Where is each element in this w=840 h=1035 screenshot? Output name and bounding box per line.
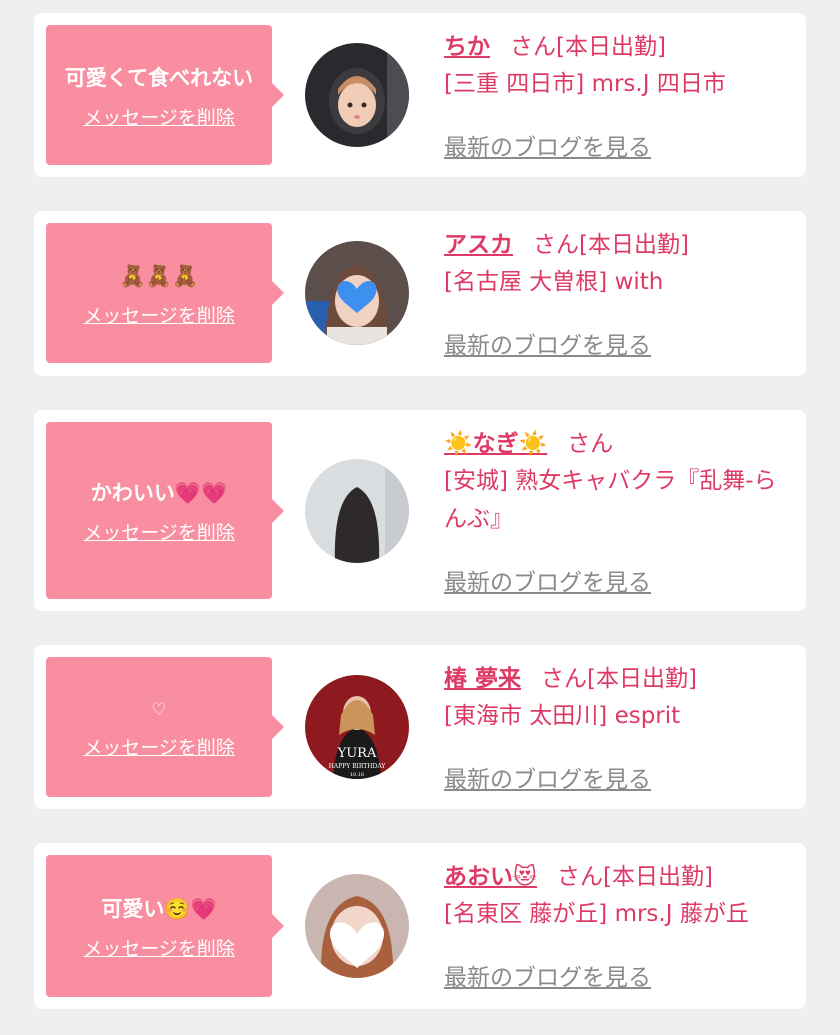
name-line: 椿 夢来 さん[本日出勤]	[444, 661, 796, 697]
delete-message-link[interactable]: メッセージを削除	[83, 934, 235, 961]
message-text: 可愛い☺️💗	[101, 896, 217, 921]
avatar-text: 10.16	[350, 772, 364, 778]
delete-message-link[interactable]: メッセージを削除	[83, 733, 235, 760]
avatar[interactable]	[305, 874, 409, 978]
avatar[interactable]	[305, 459, 409, 563]
honorific: さん	[567, 431, 614, 457]
cast-info: ☀️なぎ☀️ さん [安城] 熟女キャバクラ『乱舞-らんぶ』	[444, 426, 796, 538]
latest-blog-link[interactable]: 最新のブログを見る	[444, 563, 651, 597]
name-line: ☀️なぎ☀️ さん	[444, 426, 796, 462]
latest-blog-link[interactable]: 最新のブログを見る	[444, 326, 651, 360]
shop-location: [名東区 藤が丘] mrs.J 藤が丘	[444, 901, 749, 927]
cast-name-link[interactable]: あおい😻	[444, 864, 537, 890]
message-text: ♡	[151, 699, 167, 720]
cast-info: アスカ さん[本日出勤] [名古屋 大曽根] with	[444, 227, 796, 301]
favorite-card: 可愛くて食べれない メッセージを削除 ちか さん[本日出勤] [三重 四日市] m…	[34, 13, 806, 177]
favorite-card: 🧸🧸🧸 メッセージを削除 アスカ さん[本日出勤] [名古屋 大曽根] with …	[34, 211, 806, 376]
honorific: さん	[510, 34, 556, 60]
name-line: あおい😻 さん[本日出勤]	[444, 859, 796, 895]
shop-location: [名古屋 大曽根] with	[444, 269, 664, 295]
latest-blog-link[interactable]: 最新のブログを見る	[444, 958, 651, 992]
work-status: [本日出勤]	[587, 666, 697, 692]
delete-message-link[interactable]: メッセージを削除	[83, 518, 235, 545]
work-status: [本日出勤]	[579, 232, 689, 258]
delete-message-link[interactable]: メッセージを削除	[83, 103, 235, 130]
favorite-card: 可愛い☺️💗 メッセージを削除 あおい😻 さん[本日出勤] [名東区 藤が丘] m…	[34, 843, 806, 1009]
work-status: [本日出勤]	[556, 34, 666, 60]
shop-location: [安城] 熟女キャバクラ『乱舞-らんぶ』	[444, 468, 777, 532]
avatar-text: HAPPY BIRTHDAY	[329, 763, 387, 770]
message-text: かわいい💗💗	[90, 481, 228, 505]
cast-info: ちか さん[本日出勤] [三重 四日市] mrs.J 四日市	[444, 29, 796, 103]
cast-name-link[interactable]: アスカ	[444, 232, 513, 258]
honorific: さん	[533, 232, 579, 258]
message-bubble: かわいい💗💗 メッセージを削除	[46, 422, 284, 599]
message-bubble: 🧸🧸🧸 メッセージを削除	[46, 223, 284, 363]
message-bubble: 可愛くて食べれない メッセージを削除	[46, 25, 284, 165]
name-line: アスカ さん[本日出勤]	[444, 227, 796, 263]
cast-name-link[interactable]: ☀️なぎ☀️	[444, 431, 547, 457]
cast-info: 椿 夢来 さん[本日出勤] [東海市 太田川] esprit	[444, 661, 796, 735]
latest-blog-link[interactable]: 最新のブログを見る	[444, 128, 651, 162]
favorite-card: ♡ メッセージを削除 YURA HAPPY BIRTHDAY 10.16 椿 夢…	[34, 645, 806, 809]
avatar[interactable]	[305, 241, 409, 345]
work-status: [本日出勤]	[602, 864, 713, 890]
avatar[interactable]	[305, 43, 409, 147]
name-line: ちか さん[本日出勤]	[444, 29, 796, 65]
shop-location: [三重 四日市] mrs.J 四日市	[444, 71, 726, 97]
message-bubble: ♡ メッセージを削除	[46, 657, 284, 797]
avatar[interactable]: YURA HAPPY BIRTHDAY 10.16	[305, 675, 409, 779]
shop-location: [東海市 太田川] esprit	[444, 703, 681, 729]
delete-message-link[interactable]: メッセージを削除	[83, 301, 235, 328]
honorific: さん	[541, 666, 588, 692]
cast-info: あおい😻 さん[本日出勤] [名東区 藤が丘] mrs.J 藤が丘	[444, 859, 796, 933]
latest-blog-link[interactable]: 最新のブログを見る	[444, 760, 651, 794]
message-bubble: 可愛い☺️💗 メッセージを削除	[46, 855, 284, 997]
cast-name-link[interactable]: ちか	[444, 34, 490, 60]
message-text: 🧸🧸🧸	[119, 263, 199, 288]
favorite-card: かわいい💗💗 メッセージを削除 ☀️なぎ☀️ さん [安城] 熟女キャバクラ『乱舞…	[34, 410, 806, 611]
cast-name-link[interactable]: 椿 夢来	[444, 666, 521, 692]
honorific: さん	[556, 864, 603, 890]
avatar-text: YURA	[337, 746, 377, 761]
message-text: 可愛くて食べれない	[64, 65, 254, 90]
